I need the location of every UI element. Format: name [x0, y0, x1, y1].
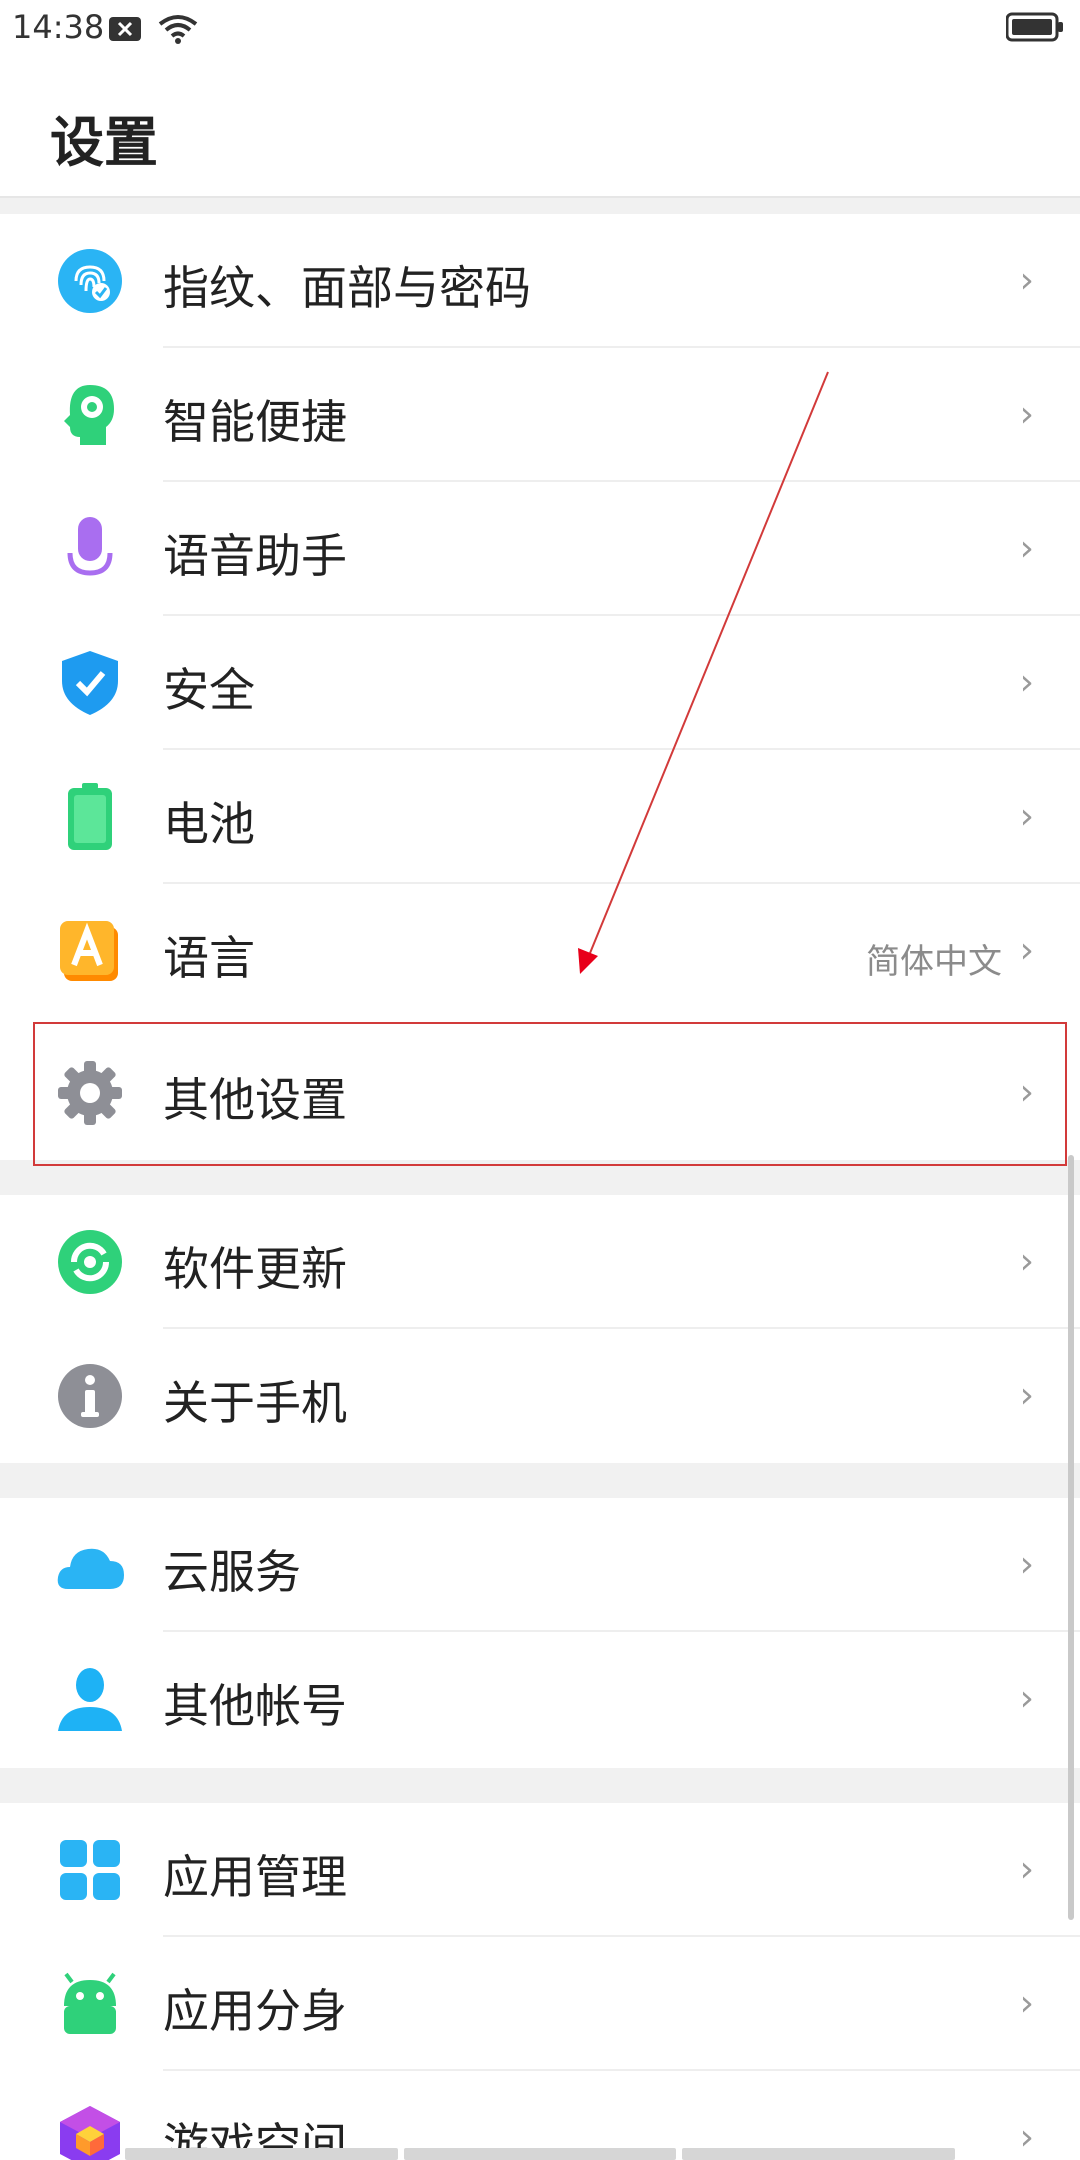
- section-gap: [0, 1463, 1080, 1498]
- scrollbar[interactable]: [1068, 1155, 1074, 1920]
- chevron-right-icon: ›: [1019, 2117, 1034, 2158]
- settings-item-about-phone[interactable]: 关于手机 ›: [0, 1329, 1080, 1463]
- settings-item-cloud[interactable]: 云服务 ›: [0, 1498, 1080, 1632]
- chevron-right-icon: ›: [1019, 1241, 1034, 1282]
- info-icon: [58, 1364, 122, 1428]
- settings-item-app-clone[interactable]: 应用分身 ›: [0, 1937, 1080, 2071]
- annotation-arrow: [578, 371, 829, 974]
- app-grid-icon: [60, 1840, 120, 1900]
- settings-item-other-accounts[interactable]: 其他帐号 ›: [0, 1632, 1080, 1766]
- settings-item-software-update[interactable]: 软件更新 ›: [0, 1195, 1080, 1329]
- settings-item-label: 关于手机: [163, 1376, 347, 1430]
- chevron-right-icon: ›: [1019, 1849, 1034, 1890]
- chevron-right-icon: ›: [1019, 1678, 1034, 1719]
- user-icon: [58, 1668, 122, 1731]
- settings-item-label: 应用分身: [163, 1984, 347, 2038]
- chevron-right-icon: ›: [1019, 1544, 1034, 1585]
- settings-item-game-space[interactable]: 游戏空间 ›: [0, 2071, 1080, 2160]
- settings-item-app-management[interactable]: 应用管理 ›: [0, 1803, 1080, 1937]
- chevron-right-icon: ›: [1019, 1375, 1034, 1416]
- game-cube-icon: [60, 2106, 120, 2160]
- update-icon: [58, 1230, 122, 1294]
- section-gap: [0, 1768, 1080, 1803]
- bottom-overlay-bar: [125, 2148, 956, 2160]
- settings-item-label: 应用管理: [163, 1850, 347, 1904]
- android-icon: [64, 1972, 116, 2034]
- settings-item-label: 云服务: [163, 1545, 301, 1599]
- cloud-icon: [57, 1548, 124, 1589]
- chevron-right-icon: ›: [1019, 1983, 1034, 2024]
- settings-item-label: 其他帐号: [163, 1679, 347, 1733]
- settings-item-label: 软件更新: [163, 1242, 347, 1296]
